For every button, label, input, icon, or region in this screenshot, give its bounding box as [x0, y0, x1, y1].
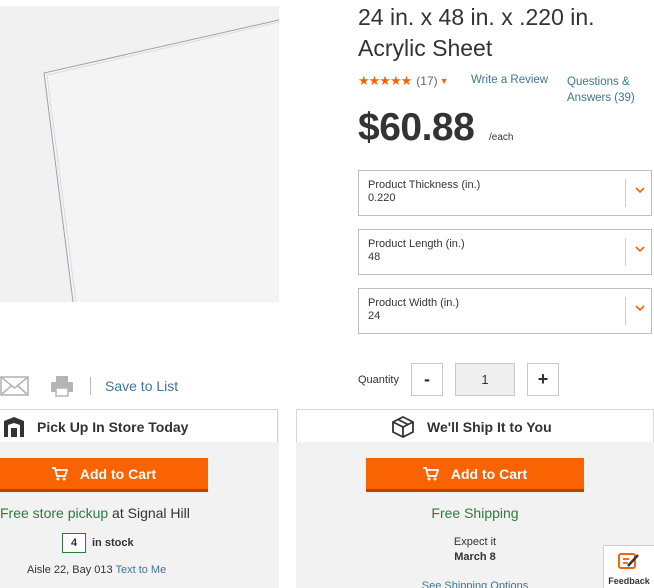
thickness-select[interactable]: Product Thickness (in.) 0.220: [358, 170, 652, 216]
ship-add-to-cart-button[interactable]: Add to Cart: [366, 458, 584, 492]
questions-answers-link[interactable]: Questions & Answers (39): [567, 74, 647, 106]
select-value: 48: [368, 251, 381, 263]
pickup-store-text: Free store pickup at Signal Hill: [0, 505, 190, 521]
share-divider: [90, 377, 91, 395]
select-label: Product Thickness (in.): [368, 179, 481, 191]
expect-label: Expect it: [453, 536, 497, 548]
ship-title: We'll Ship It to You: [427, 419, 552, 435]
pickup-add-to-cart-button[interactable]: Add to Cart: [0, 458, 208, 492]
shipping-options-link[interactable]: See Shipping Options: [296, 580, 654, 588]
cart-icon: [422, 466, 439, 480]
aisle-location: Aisle 22, Bay 013 Text to Me: [27, 564, 166, 576]
quantity-decrement-button[interactable]: -: [411, 363, 443, 396]
quantity-label: Quantity: [358, 374, 399, 386]
select-divider: [625, 238, 626, 266]
price-unit: /each: [489, 132, 514, 143]
print-icon[interactable]: [50, 374, 74, 398]
chevron-down-icon: ▼: [439, 76, 449, 86]
width-select[interactable]: Product Width (in.) 24: [358, 288, 652, 334]
free-store-pickup-link[interactable]: Free store pickup: [0, 505, 108, 521]
store-icon: [4, 417, 24, 437]
stock-count-badge: 4: [62, 533, 86, 553]
quantity-increment-button[interactable]: +: [527, 363, 559, 396]
feedback-icon: [618, 553, 639, 569]
chevron-down-icon: [635, 305, 645, 312]
select-value: 0.220: [368, 192, 396, 204]
save-to-list-link[interactable]: Save to List: [105, 378, 178, 394]
write-review-link[interactable]: Write a Review: [471, 74, 548, 86]
select-label: Product Length (in.): [368, 238, 465, 250]
select-divider: [625, 179, 626, 207]
chevron-down-icon: [635, 187, 645, 194]
select-label: Product Width (in.): [368, 297, 460, 309]
product-price: $60.88: [358, 106, 475, 149]
add-to-cart-label: Add to Cart: [79, 465, 157, 482]
length-select[interactable]: Product Length (in.) 48: [358, 229, 652, 275]
product-page: 24 in. x 48 in. x .220 in. Acrylic Sheet…: [0, 0, 654, 588]
aisle-text: Aisle 22, Bay 013: [27, 564, 116, 576]
mail-icon[interactable]: [0, 376, 30, 396]
chevron-down-icon: [635, 246, 645, 253]
pickup-store-name: at Signal Hill: [108, 505, 190, 521]
rating-summary[interactable]: ★★★★★ (17) ▼: [358, 73, 449, 89]
quantity-input[interactable]: 1: [455, 363, 515, 396]
review-count: (17): [416, 74, 438, 88]
pickup-header: Pick Up In Store Today: [0, 409, 278, 442]
cart-icon: [51, 466, 68, 480]
acrylic-sheet-image: [0, 6, 279, 302]
stock-status: 4 in stock: [62, 533, 134, 553]
add-to-cart-label: Add to Cart: [450, 465, 528, 482]
free-shipping-text: Free Shipping: [431, 505, 519, 521]
stock-label: in stock: [92, 537, 134, 549]
text-to-me-link[interactable]: Text to Me: [115, 564, 166, 576]
select-value: 24: [368, 310, 381, 322]
pickup-title: Pick Up In Store Today: [37, 419, 189, 435]
product-image[interactable]: [0, 6, 279, 302]
package-icon: [392, 416, 414, 438]
rating-stars: ★★★★★: [358, 73, 412, 88]
pickup-panel: Pick Up In Store Today Add to Cart Free …: [0, 409, 279, 588]
ship-header: We'll Ship It to You: [296, 409, 654, 442]
expected-date: March 8: [454, 551, 496, 563]
ship-panel: We'll Ship It to You Add to Cart Free Sh…: [296, 409, 654, 588]
select-divider: [625, 297, 626, 325]
feedback-tab[interactable]: Feedback: [603, 545, 654, 588]
feedback-label: Feedback: [608, 576, 650, 586]
product-title: 24 in. x 48 in. x .220 in. Acrylic Sheet: [358, 4, 595, 61]
